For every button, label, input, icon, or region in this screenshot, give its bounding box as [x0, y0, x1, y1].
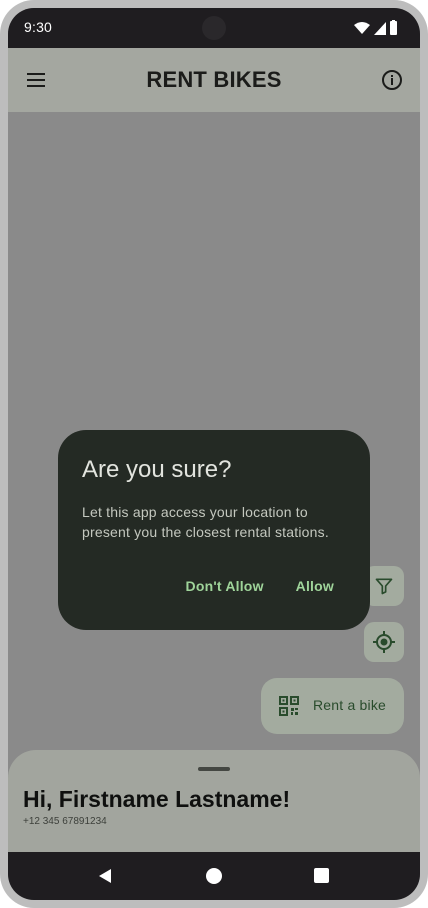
cellular-signal-icon	[374, 22, 386, 35]
phone-number: +12 345 67891234	[23, 816, 107, 827]
dialog-body: Let this app access your location to pre…	[82, 504, 329, 540]
rent-a-bike-label: Rent a bike	[313, 697, 387, 713]
home-icon[interactable]	[206, 868, 222, 884]
device-frame: 9:30 RENT BIKES Rent a bike Are you sure…	[0, 0, 428, 908]
status-time: 9:30	[24, 19, 53, 35]
recents-icon[interactable]	[314, 868, 329, 883]
dont-allow-button[interactable]: Don't Allow	[174, 576, 276, 596]
drag-handle[interactable]	[198, 767, 230, 771]
status-icons	[354, 20, 397, 35]
dialog-actions: Don't Allow Allow	[174, 576, 346, 596]
wifi-icon	[354, 22, 370, 34]
allow-button[interactable]: Allow	[284, 576, 346, 596]
rent-a-bike-button[interactable]: Rent a bike	[261, 678, 404, 734]
app-title: RENT BIKES	[146, 67, 282, 92]
battery-icon	[390, 21, 397, 35]
status-bar: 9:30	[8, 8, 420, 48]
info-icon[interactable]	[380, 68, 404, 92]
filter-button[interactable]	[364, 566, 404, 606]
location-permission-dialog: Are you sure? Let this app access your l…	[58, 430, 370, 630]
back-icon[interactable]	[97, 868, 113, 884]
camera-cutout	[202, 16, 226, 40]
dialog-title: Are you sure?	[82, 456, 232, 483]
bottom-sheet[interactable]: Hi, Firstname Lastname! +12 345 67891234	[8, 750, 420, 860]
qr-code-icon	[279, 696, 299, 716]
top-app-bar: RENT BIKES	[8, 48, 420, 112]
my-location-icon	[373, 631, 395, 653]
filter-icon	[375, 578, 393, 595]
system-nav-bar	[8, 852, 420, 900]
screen: 9:30 RENT BIKES Rent a bike Are you sure…	[8, 8, 420, 900]
my-location-button[interactable]	[364, 622, 404, 662]
greeting: Hi, Firstname Lastname!	[23, 786, 291, 812]
